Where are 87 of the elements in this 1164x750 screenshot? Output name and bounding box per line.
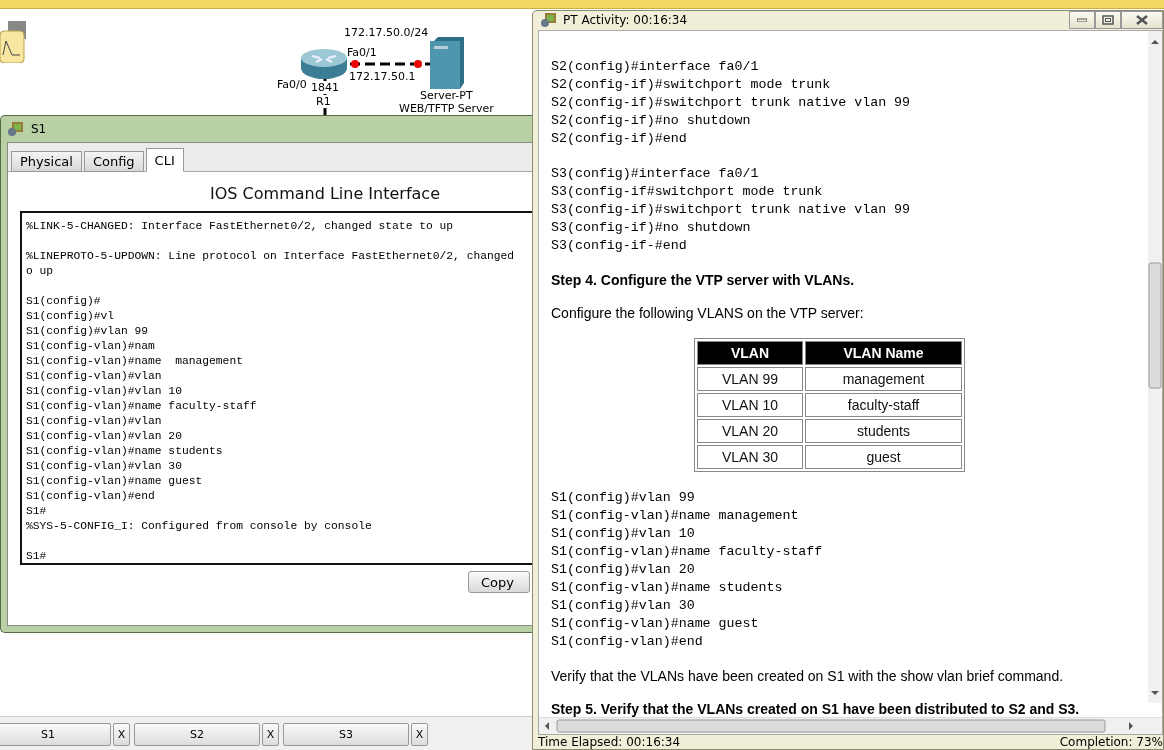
- close-tab-button[interactable]: X: [262, 722, 279, 746]
- close-button[interactable]: [1121, 11, 1163, 29]
- table-cell: students: [805, 418, 962, 443]
- console-line: S1(config-vlan)#name students: [26, 444, 224, 459]
- code-line: S1(config)#vlan 30: [551, 596, 696, 615]
- maximize-button[interactable]: [1095, 11, 1121, 29]
- step-heading: Step 4. Configure the VTP server with VLANs.: [551, 271, 856, 288]
- tab[interactable]: CLI: [145, 148, 184, 172]
- console-line: o up: [26, 264, 55, 279]
- server-name-label: WEB/TFTP Server: [399, 102, 494, 115]
- network-label: 172.17.50.0/24: [344, 26, 429, 39]
- console-line: S1#: [26, 504, 48, 519]
- console-line: S1(config-vlan)#name guest: [26, 474, 204, 489]
- console-line: S1(config-vlan)#vlan 10: [26, 384, 183, 399]
- code-line: S3(config-if)#no shutdown: [551, 218, 752, 237]
- table-cell: VLAN 10: [697, 392, 803, 417]
- paragraph: Verify that the VLANs have been created on S1 with the show vlan brief command.: [551, 667, 1065, 684]
- code-line: S2(config-if)#switchport mode trunk: [551, 75, 832, 94]
- console-line: S1#: [26, 549, 48, 563]
- code-line: S2(config-if)#no shutdown: [551, 111, 752, 130]
- ip-label: 172.17.50.1: [349, 70, 416, 83]
- console-line: S1(config-vlan)#name management: [26, 354, 244, 369]
- console-line: S1(config-vlan)#name faculty-staff: [26, 399, 258, 414]
- console-line: S1(config)#: [26, 294, 102, 309]
- close-tab-button[interactable]: X: [113, 722, 130, 746]
- device-tab[interactable]: S3: [283, 722, 409, 746]
- time-elapsed: Time Elapsed: 00:16:34: [538, 734, 681, 749]
- window-title: PT Activity: 00:16:34: [563, 13, 688, 28]
- code-line: S3(config-if)#switchport trunk native vlan 99: [551, 200, 912, 219]
- table-cell: management: [805, 366, 962, 391]
- tab[interactable]: Physical: [11, 151, 82, 172]
- code-line: S3(config-if-#end: [551, 236, 688, 255]
- router-model-label: 1841: [311, 81, 339, 94]
- console-line: S1(config)#vlan 99: [26, 324, 150, 339]
- code-line: S1(config-vlan)#name guest: [551, 614, 760, 633]
- code-line: S2(config-if)#switchport trunk native vlan 99: [551, 93, 912, 112]
- table-cell: VLAN 99: [697, 366, 803, 391]
- console-line: %LINEPROTO-5-UPDOWN: Line protocol on Interface FastEthernet0/2, changed: [26, 249, 516, 264]
- window-title: S1: [31, 122, 47, 136]
- device-tab[interactable]: S2: [134, 722, 260, 746]
- console-line: S1(config-vlan)#end: [26, 489, 156, 504]
- app-icon: [540, 12, 558, 29]
- code-line: S2(config-if)#end: [551, 129, 688, 148]
- table-cell: guest: [805, 444, 962, 469]
- code-line: S1(config)#vlan 20: [551, 560, 696, 579]
- column-header: VLAN: [697, 340, 803, 365]
- table-cell: faculty-staff: [805, 392, 962, 417]
- close-icon: [1136, 15, 1148, 25]
- router-icon[interactable]: [300, 48, 348, 80]
- server-icon[interactable]: [430, 37, 464, 89]
- console-line: S1(config-vlan)#nam: [26, 339, 156, 354]
- device-tab[interactable]: S1: [0, 722, 111, 746]
- console-line: S1(config)#vl: [26, 309, 116, 324]
- console-line: %LINK-5-CHANGED: Interface FastEthernet0/2, changed state to up: [26, 219, 455, 234]
- table-cell: VLAN 30: [697, 444, 803, 469]
- console-line: S1(config-vlan)#vlan 30: [26, 459, 183, 474]
- tab[interactable]: Config: [83, 151, 144, 172]
- console-line: S1(config-vlan)#vlan 20: [26, 429, 183, 444]
- code-line: S1(config)#vlan 99: [551, 488, 696, 507]
- completion-status: Completion: 73%: [1059, 734, 1163, 749]
- code-line: S1(config-vlan)#end: [551, 632, 704, 651]
- table-cell: VLAN 20: [697, 418, 803, 443]
- minimize-icon: [1077, 18, 1087, 22]
- console-line: S1(config-vlan)#vlan: [26, 414, 163, 429]
- vertical-scrollbar[interactable]: [1148, 30, 1162, 703]
- logical-view-icon[interactable]: [0, 21, 26, 63]
- close-tab-button[interactable]: X: [411, 722, 428, 746]
- copy-button[interactable]: Copy: [468, 571, 530, 593]
- console-line: %SYS-5-CONFIG_I: Configured from console by console: [26, 519, 373, 534]
- code-line: S1(config-vlan)#name faculty-staff: [551, 542, 824, 561]
- code-line: S1(config-vlan)#name students: [551, 578, 784, 597]
- restore-icon: [1102, 15, 1114, 25]
- router-name-label: R1: [316, 95, 331, 108]
- code-line: S1(config)#vlan 10: [551, 524, 696, 543]
- app-icon: [7, 121, 25, 137]
- server-type-label: Server-PT: [420, 89, 473, 102]
- panel-heading: IOS Command Line Interface: [209, 183, 441, 205]
- code-line: S3(config)#interface fa0/1: [551, 164, 760, 183]
- code-line: S3(config-if#switchport mode trunk: [551, 182, 824, 201]
- code-line: S1(config-vlan)#name management: [551, 506, 800, 525]
- code-line: S2(config)#interface fa0/1: [551, 57, 760, 76]
- step-heading: Step 5. Verify that the VLANs created on S1 have been distributed to S2 and S3.: [551, 700, 1081, 717]
- port-label: Fa0/0: [277, 78, 307, 91]
- column-header: VLAN Name: [805, 340, 962, 365]
- console-line: S1(config-vlan)#vlan: [26, 369, 163, 384]
- port-label: Fa0/1: [347, 46, 377, 59]
- paragraph: Configure the following VLANS on the VTP server:: [551, 304, 865, 321]
